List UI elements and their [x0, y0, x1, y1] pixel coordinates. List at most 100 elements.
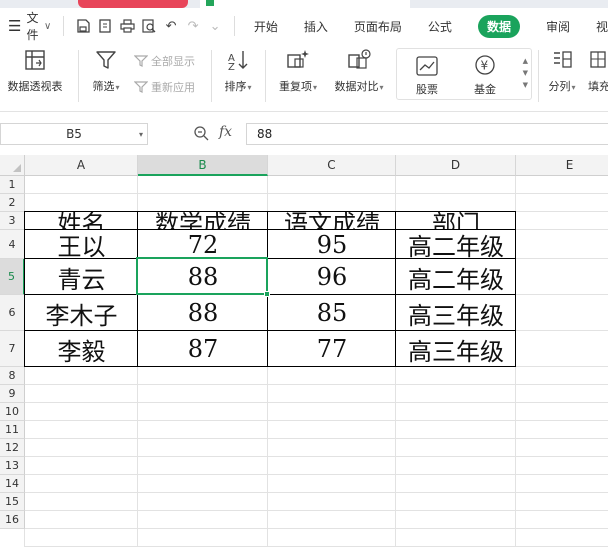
table-border — [24, 366, 516, 367]
redo-icon[interactable]: ↷ — [184, 17, 202, 35]
undo-icon[interactable]: ↶ — [162, 17, 180, 35]
svg-text:¥: ¥ — [481, 59, 489, 73]
row-header-3[interactable]: 3 — [0, 212, 25, 230]
svg-text:Z: Z — [228, 62, 235, 71]
tab-home[interactable]: 开始 — [241, 8, 291, 44]
grid-line — [25, 510, 608, 511]
table-cell[interactable]: 96 — [268, 259, 396, 295]
document-tab-indicator[interactable] — [78, 0, 188, 8]
header-cell[interactable]: 姓名 — [25, 212, 138, 230]
table-cell[interactable]: 85 — [268, 295, 396, 331]
filter-icon — [95, 44, 117, 74]
file-menu-button[interactable]: ☰ 文件 ∨ — [0, 8, 57, 44]
row-header-8[interactable]: 8 — [0, 367, 25, 385]
row-header-5[interactable]: 5 — [0, 259, 25, 295]
quick-access-toolbar: ↶ ↷ ⌄ — [70, 8, 228, 44]
column-header-b[interactable]: B — [138, 155, 268, 176]
print-preview-icon[interactable] — [140, 17, 158, 35]
save-icon[interactable] — [74, 17, 92, 35]
table-cell[interactable]: 72 — [138, 230, 268, 259]
table-border — [515, 211, 516, 367]
fill-handle[interactable] — [264, 291, 270, 297]
table-cell[interactable]: 高三年级 — [396, 331, 516, 367]
export-icon[interactable] — [96, 17, 114, 35]
duplicates-button[interactable]: 重复项▾ — [272, 44, 324, 104]
tab-view[interactable]: 视 — [583, 8, 608, 44]
row-header-13[interactable]: 13 — [0, 457, 25, 475]
stock-button[interactable]: 股票 — [407, 49, 447, 109]
table-cell[interactable]: 高二年级 — [396, 230, 516, 259]
column-header-a[interactable]: A — [25, 155, 138, 176]
chevron-down-icon[interactable]: ⌄ — [206, 17, 224, 35]
row-header-6[interactable]: 6 — [0, 295, 25, 331]
column-header-d[interactable]: D — [396, 155, 516, 176]
tab-data[interactable]: 数据 — [465, 8, 533, 44]
table-cell[interactable]: 77 — [268, 331, 396, 367]
data-ribbon: 数据透视表 筛选▾ 全部显示 重新应用 AZ 排序▾ 重复项▾ 数据对比▾ 股票… — [0, 44, 608, 112]
data-compare-label: 数据对比 — [334, 80, 379, 93]
table-cell[interactable]: 李毅 — [25, 331, 138, 367]
row-header-4[interactable]: 4 — [0, 230, 25, 259]
table-cell[interactable]: 87 — [138, 331, 268, 367]
duplicates-label: 重复项 — [278, 80, 312, 93]
table-cell[interactable]: 青云 — [25, 259, 138, 295]
table-cell[interactable]: 高三年级 — [396, 295, 516, 331]
tab-page-layout[interactable]: 页面布局 — [341, 8, 415, 44]
print-icon[interactable] — [118, 17, 136, 35]
table-cell[interactable]: 88 — [138, 295, 268, 331]
gallery-scroll[interactable]: ▲ ▼ ▼ — [523, 55, 528, 91]
formula-input[interactable]: 88 — [246, 123, 608, 145]
row-header-15[interactable]: 15 — [0, 493, 25, 511]
chevron-down-icon[interactable]: ▾ — [139, 130, 143, 139]
row-header-7[interactable]: 7 — [0, 331, 25, 367]
split-column-button[interactable]: 分列▾ — [544, 44, 580, 104]
data-compare-button[interactable]: 数据对比▾ — [330, 44, 388, 104]
table-cell[interactable]: 李木子 — [25, 295, 138, 331]
reapply-icon — [134, 81, 148, 93]
pivot-table-button[interactable]: 数据透视表 — [4, 44, 66, 104]
function-icon[interactable]: fx — [219, 124, 232, 140]
tab-insert[interactable]: 插入 — [291, 8, 341, 44]
duplicates-icon — [286, 44, 310, 74]
show-all-button[interactable]: 全部显示 — [134, 53, 195, 69]
filter-button[interactable]: 筛选▾ — [86, 44, 126, 104]
ribbon-tabs: 开始 插入 页面布局 公式 数据 审阅 视 — [241, 8, 608, 44]
sort-button[interactable]: AZ 排序▾ — [218, 44, 258, 104]
sheet-doc-icon — [206, 0, 214, 6]
tab-label: 视 — [595, 19, 608, 34]
expand-icon[interactable]: ▼ — [523, 79, 528, 91]
name-box[interactable]: B5 ▾ — [0, 123, 148, 145]
header-cell[interactable]: 语文成绩 — [268, 212, 396, 230]
row-header-1[interactable]: 1 — [0, 176, 25, 194]
chevron-down-icon[interactable]: ▼ — [523, 67, 528, 79]
table-border — [24, 211, 25, 367]
column-header-e[interactable]: E — [516, 155, 608, 176]
table-cell[interactable]: 95 — [268, 230, 396, 259]
row-header-16[interactable]: 16 — [0, 511, 25, 529]
chevron-up-icon[interactable]: ▲ — [523, 55, 528, 67]
row-header-9[interactable]: 9 — [0, 385, 25, 403]
row-header-2[interactable]: 2 — [0, 194, 25, 212]
table-cell[interactable]: 高二年级 — [396, 259, 516, 295]
active-cell-selection[interactable] — [136, 257, 270, 297]
row-header-10[interactable]: 10 — [0, 403, 25, 421]
fill-button[interactable]: 填充 — [588, 44, 608, 104]
select-all-button[interactable] — [0, 155, 25, 176]
table-cell[interactable]: 王以 — [25, 230, 138, 259]
formula-bar: B5 ▾ fx 88 — [0, 120, 608, 148]
row-header-12[interactable]: 12 — [0, 439, 25, 457]
spreadsheet-grid[interactable]: A B C D E 1 2 3 4 5 6 7 8 9 10 11 12 13 14 15 16 姓名 数学成绩 语文成绩 部门… — [0, 155, 608, 557]
active-document-tab[interactable] — [200, 0, 410, 8]
tab-formulas[interactable]: 公式 — [415, 8, 465, 44]
fund-button[interactable]: ¥ 基金 — [465, 49, 505, 109]
header-cell[interactable]: 部门 — [396, 212, 516, 230]
divider — [265, 50, 266, 102]
row-header-14[interactable]: 14 — [0, 475, 25, 493]
row-header-11[interactable]: 11 — [0, 421, 25, 439]
tab-label: 插入 — [303, 19, 328, 34]
column-header-c[interactable]: C — [268, 155, 396, 176]
header-cell[interactable]: 数学成绩 — [138, 212, 268, 230]
reapply-button[interactable]: 重新应用 — [134, 79, 195, 95]
tab-review[interactable]: 审阅 — [533, 8, 583, 44]
zoom-search-icon[interactable] — [193, 125, 209, 145]
